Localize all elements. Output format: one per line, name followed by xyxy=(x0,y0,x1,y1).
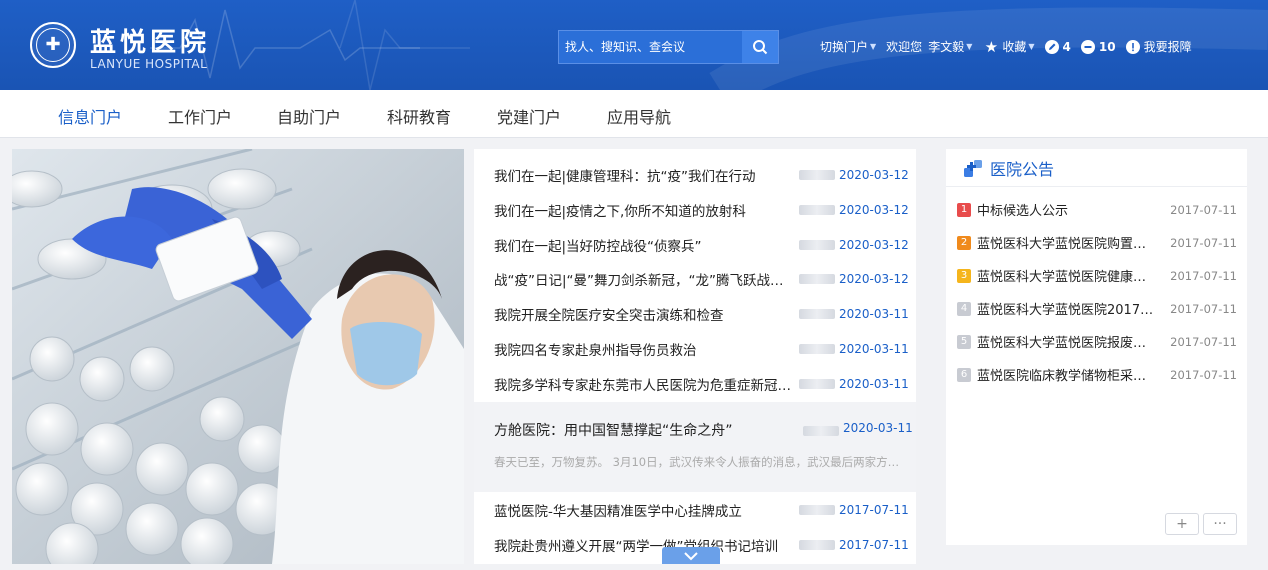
list-item[interactable]: 我们在一起|当好防控战役“侦察兵” 2020-03-12 xyxy=(474,230,916,260)
brand-name-en: LANYUE HOSPITAL xyxy=(90,57,208,71)
list-item[interactable]: 5 蓝悦医科大学蓝悦医院报废资产处置公告 2017-07-11 xyxy=(946,325,1247,358)
notice-tools: + ··· xyxy=(1165,513,1237,535)
top-header: ✚ 蓝悦医院 LANYUE HOSPITAL 切换门户 ▼ 欢迎您 李文毅 ▼ … xyxy=(0,0,1268,90)
tab-info-portal[interactable]: 信息门户 xyxy=(58,90,122,138)
add-button[interactable]: + xyxy=(1165,513,1199,535)
plus-icon: + xyxy=(1176,516,1188,532)
search-button[interactable] xyxy=(742,31,778,63)
top-links: 切换门户 ▼ 欢迎您 李文毅 ▼ ★ 收藏 ▼ 4 10 我要报障 xyxy=(820,37,1202,56)
search-box xyxy=(558,30,779,64)
rank-badge: 3 xyxy=(957,268,971,283)
hospital-seal-icon: ✚ xyxy=(36,28,70,62)
user-name: 李文毅 xyxy=(928,40,965,54)
messages-link[interactable]: 10 xyxy=(1080,39,1116,54)
chevron-down-icon: ▼ xyxy=(1028,42,1035,51)
more-icon: ··· xyxy=(1213,516,1227,532)
portal-nav: 信息门户 工作门户 自助门户 科研教育 党建门户 应用导航 xyxy=(0,90,1268,138)
rank-badge: 1 xyxy=(957,202,971,217)
list-item[interactable]: 战“疫”日记|“曼”舞刀剑杀新冠，“龙”腾飞跃战病毒 2020-03-12 xyxy=(474,264,916,294)
favorites-menu[interactable]: ★ 收藏 ▼ xyxy=(984,37,1035,56)
list-item[interactable]: 2 蓝悦医科大学蓝悦医院购置设备采购项目公告 2017-07-11 xyxy=(946,226,1247,259)
list-item[interactable]: 我院多学科专家赴东莞市人民医院为危重症新冠肺炎患者会诊2020-03-11 xyxy=(474,369,916,399)
rank-badge: 2 xyxy=(957,235,971,250)
message-icon xyxy=(1080,39,1095,54)
list-item[interactable]: 1 中标候选人公示 2017-07-11 xyxy=(946,193,1247,226)
featured-news-summary: 春天已至，万物复苏。 3月10日，武汉传来令人振奋的消息，武汉最后两家方舱医院患… xyxy=(494,455,904,469)
pharmacy-photo xyxy=(12,149,464,564)
news-list: 我们在一起|健康管理科：抗“疫”我们在行动 2020-03-12 我们在一起|疫情… xyxy=(474,149,916,564)
list-item[interactable]: 我院四名专家赴泉州指导伤员救治 2020-03-11 xyxy=(474,334,916,364)
list-item[interactable]: 4 蓝悦医科大学蓝悦医院2017年度招标公告 2017-07-11 xyxy=(946,292,1247,325)
report-issue-link[interactable]: 我要报障 xyxy=(1125,38,1192,55)
list-item[interactable]: 我们在一起|健康管理科：抗“疫”我们在行动 2020-03-12 xyxy=(474,160,916,190)
news-carousel-image[interactable] xyxy=(12,149,464,564)
tab-research-education[interactable]: 科研教育 xyxy=(387,90,451,138)
star-icon: ★ xyxy=(984,37,999,56)
brand-name-cn: 蓝悦医院 xyxy=(90,28,211,58)
rank-badge: 5 xyxy=(957,334,971,349)
notice-header: 医院公告 xyxy=(946,149,1247,187)
notice-icon xyxy=(964,159,982,177)
chevron-down-icon: ▼ xyxy=(870,42,877,51)
user-menu[interactable]: 欢迎您 李文毅 ▼ xyxy=(886,38,972,55)
edit-tasks-link[interactable]: 4 xyxy=(1044,39,1071,54)
message-count: 10 xyxy=(1098,39,1116,54)
search-input[interactable] xyxy=(559,31,742,63)
tab-work-portal[interactable]: 工作门户 xyxy=(168,90,232,138)
active-tab-indicator xyxy=(0,90,1268,93)
rank-badge: 4 xyxy=(957,301,971,316)
chevron-down-icon: ▼ xyxy=(966,42,973,51)
rank-badge: 6 xyxy=(957,367,971,382)
chevron-down-icon xyxy=(684,551,698,560)
list-item[interactable]: 3 蓝悦医科大学蓝悦医院健康体检中心招标公告 2017-07-11 xyxy=(946,259,1247,292)
search-icon xyxy=(753,40,768,55)
tab-self-service-portal[interactable]: 自助门户 xyxy=(277,90,341,138)
switch-portal-menu[interactable]: 切换门户 ▼ xyxy=(820,38,876,55)
tab-app-navigation[interactable]: 应用导航 xyxy=(607,90,671,138)
pencil-icon xyxy=(1044,39,1059,54)
more-button[interactable]: ··· xyxy=(1203,513,1237,535)
hospital-logo[interactable]: ✚ xyxy=(30,22,76,68)
hospital-notices-panel: 医院公告 1 中标候选人公示 2017-07-11 2 蓝悦医科大学蓝悦医院购置… xyxy=(946,149,1247,545)
alert-icon xyxy=(1125,39,1140,54)
list-item[interactable]: 我院开展全院医疗安全突击演练和检查 2020-03-11 xyxy=(474,299,916,329)
notice-title: 医院公告 xyxy=(990,159,1055,179)
tab-party-portal[interactable]: 党建门户 xyxy=(497,90,561,138)
list-item[interactable]: 6 蓝悦医院临床教学储物柜采购公告 2017-07-11 xyxy=(946,358,1247,391)
list-item[interactable]: 我们在一起|疫情之下,你所不知道的放射科 2020-03-12 xyxy=(474,195,916,225)
edit-count: 4 xyxy=(1062,39,1071,54)
featured-news[interactable]: 方舱医院：用中国智慧撑起“生命之舟” 2020-03-11 春天已至，万物复苏。… xyxy=(474,402,916,492)
scroll-down-button[interactable] xyxy=(662,547,720,564)
featured-news-title: 方舱医院：用中国智慧撑起“生命之舟” xyxy=(494,423,733,439)
list-item[interactable]: 蓝悦医院-华大基因精准医学中心挂牌成立 2017-07-11 xyxy=(474,495,916,525)
featured-news-date: 2020-03-11 xyxy=(843,421,913,435)
